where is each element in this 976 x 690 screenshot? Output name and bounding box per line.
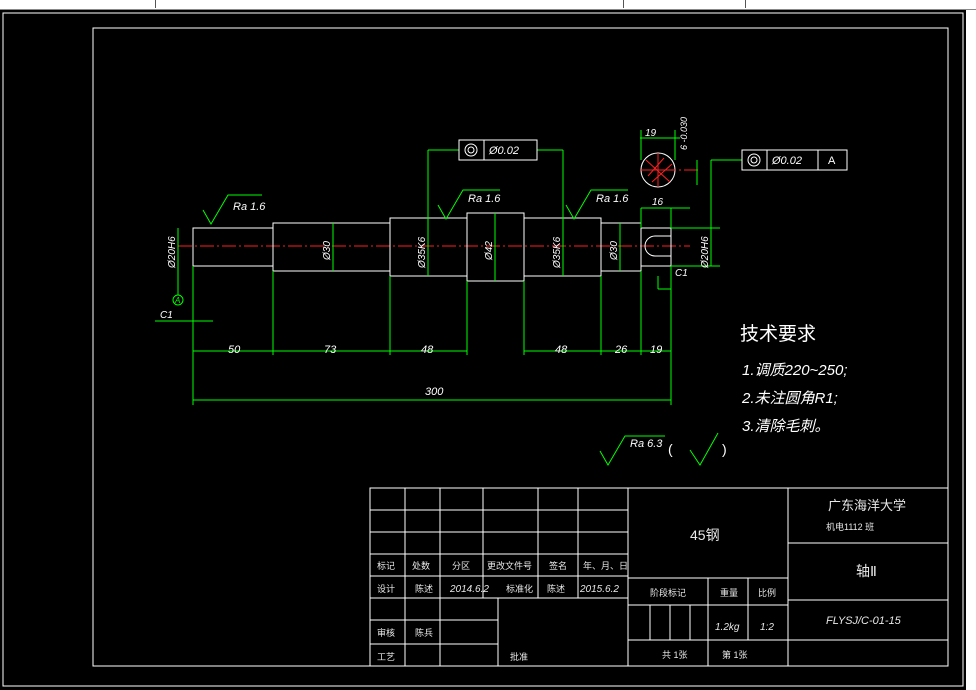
tb-reviewer: 陈兵	[415, 627, 433, 638]
vertical-scrollbar[interactable]	[966, 10, 976, 690]
dim-73: 73	[324, 344, 337, 356]
tb-standard: 标准化	[506, 583, 533, 594]
dim-dia-35a: Ø35K6	[417, 236, 428, 269]
roughness-right: Ra 1.6	[596, 193, 629, 205]
tolerance-datum: A	[828, 155, 836, 167]
keyway-section	[640, 152, 700, 188]
roughness-general: Ra 6.3	[630, 438, 663, 450]
dim-19-top: 19	[645, 128, 657, 139]
dim-26: 26	[614, 344, 628, 356]
dim-300: 300	[425, 386, 444, 398]
tb-sheets-total: 共 1张	[662, 650, 688, 660]
tb-class: 机电1112 班	[826, 521, 874, 532]
roughness-mid: Ra 1.6	[468, 193, 501, 205]
tb-scale: 比例	[758, 587, 776, 598]
tb-change-doc: 更改文件号	[487, 560, 532, 571]
chamfer-right: C1	[675, 268, 688, 279]
cad-drawing-canvas: 50 73 48 48 26 19 300 16 19 6 -0.030 Ø20…	[2, 12, 964, 687]
window-title-bar	[0, 0, 976, 10]
tb-drawing-no: FLYSJ/C-01-15	[826, 615, 902, 627]
tb-std-date: 2015.6.2	[579, 584, 619, 595]
tech-req-line3: 3.清除毛刺。	[742, 418, 830, 435]
tb-count: 处数	[412, 560, 430, 571]
dim-key-tolerance: 6 -0.030	[679, 117, 689, 150]
shaft-outline	[192, 212, 672, 282]
tb-designer: 陈述	[415, 583, 433, 594]
dim-dia-35b: Ø35K6	[552, 236, 563, 269]
dim-dia-right: Ø20H6	[700, 236, 711, 269]
tb-design-date: 2014.6.2	[449, 584, 489, 595]
tolerance-value-1: Ø0.02	[488, 145, 519, 157]
chamfer-left: C1	[160, 310, 173, 321]
tech-req-line2: 2.未注圆角R1;	[741, 390, 838, 407]
paren-close: )	[722, 441, 727, 457]
dim-dia-30a: Ø30	[322, 241, 333, 261]
dim-48b: 48	[555, 344, 568, 356]
dim-dia-42: Ø42	[484, 241, 495, 261]
tb-process: 工艺	[377, 652, 395, 662]
tb-university: 广东海洋大学	[828, 498, 906, 513]
roughness-left: Ra 1.6	[233, 201, 266, 213]
tech-req-line1: 1.调质220~250;	[742, 362, 848, 379]
tb-signature: 签名	[549, 560, 567, 571]
tb-mark: 标记	[377, 560, 395, 571]
tb-date-label: 年、月、日	[583, 560, 628, 571]
datum-label: A	[174, 296, 180, 305]
dim-dia-left: Ø20H6	[167, 236, 178, 269]
tb-scale-value: 1:2	[760, 622, 774, 633]
tb-review: 审核	[377, 627, 395, 638]
dim-48a: 48	[421, 344, 434, 356]
tech-req-title: 技术要求	[740, 323, 816, 345]
tb-material: 45钢	[690, 527, 720, 543]
tb-sheet-no: 第 1张	[722, 649, 748, 660]
dim-19: 19	[650, 344, 662, 356]
paren-open: (	[668, 441, 673, 457]
tb-weight: 重量	[720, 587, 738, 598]
dim-16: 16	[652, 197, 664, 208]
dim-50: 50	[228, 344, 241, 356]
tb-stage-mark: 阶段标记	[650, 587, 686, 598]
tb-part-name: 轴Ⅱ	[856, 563, 877, 579]
dim-dia-30b: Ø30	[609, 241, 620, 261]
tolerance-value-2: Ø0.02	[771, 155, 802, 167]
tb-design: 设计	[377, 583, 395, 594]
tb-zone: 分区	[452, 561, 470, 571]
tb-std-person: 陈述	[547, 583, 565, 594]
tb-weight-value: 1.2kg	[715, 622, 740, 633]
tb-approve: 批准	[510, 651, 528, 662]
